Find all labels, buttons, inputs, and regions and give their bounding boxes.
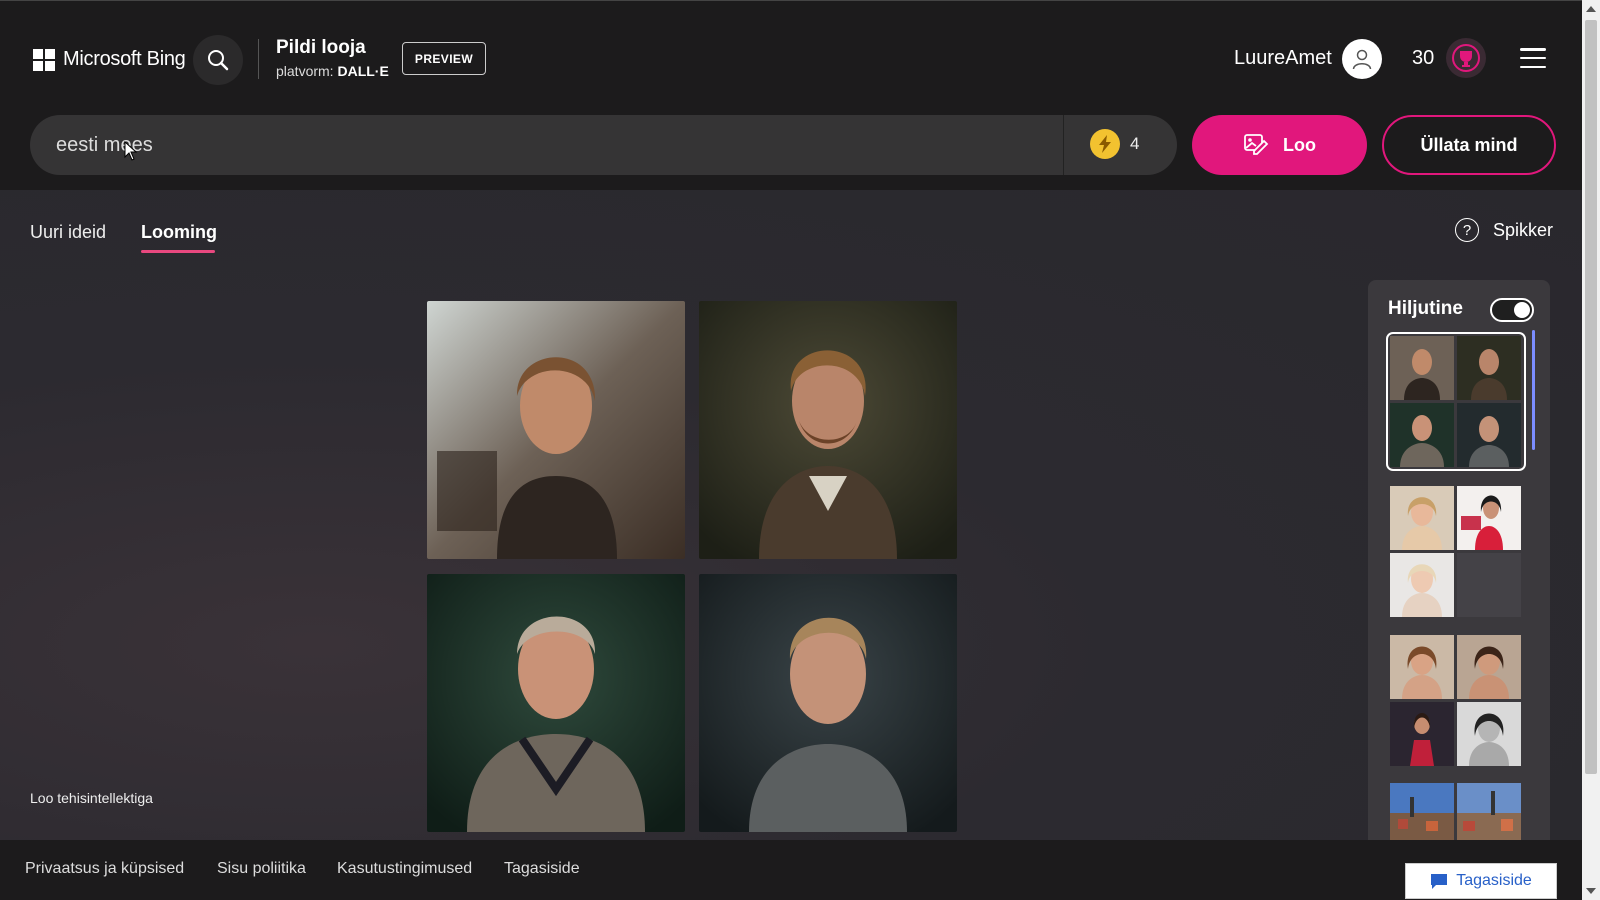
recent-group-3[interactable] xyxy=(1390,635,1522,766)
recent-thumb xyxy=(1390,635,1454,699)
platform-name: DALL·E xyxy=(337,63,389,79)
scroll-up-arrow-icon[interactable] xyxy=(1586,6,1596,12)
bing-logo[interactable]: Microsoft Bing xyxy=(33,48,186,71)
app-title: Pildi looja xyxy=(276,37,366,58)
recent-thumb xyxy=(1390,783,1454,840)
footer-link-terms[interactable]: Kasutustingimused xyxy=(337,860,472,878)
hamburger-menu-icon[interactable] xyxy=(1520,48,1546,68)
recent-group-1[interactable] xyxy=(1386,332,1526,471)
tab-explore-ideas[interactable]: Uuri ideid xyxy=(30,222,106,243)
recent-thumb xyxy=(1457,486,1521,550)
help-link[interactable]: ? Spikker xyxy=(1455,218,1553,242)
surprise-me-button[interactable]: Üllata mind xyxy=(1382,115,1556,175)
feedback-button-label: Tagasiside xyxy=(1456,872,1532,889)
help-label: Spikker xyxy=(1493,219,1554,240)
recent-thumb xyxy=(1390,403,1454,467)
page-scrollbar[interactable] xyxy=(1582,0,1600,900)
prompt-divider xyxy=(1063,115,1064,175)
portrait-image xyxy=(427,301,685,559)
feedback-chat-icon xyxy=(1431,873,1448,889)
active-tab-indicator xyxy=(141,250,215,253)
boost-count: 4 xyxy=(1130,134,1140,153)
portrait-image xyxy=(699,574,957,832)
tab-creations[interactable]: Looming xyxy=(141,222,217,243)
header: Microsoft Bing Pildi looja platvorm: DAL… xyxy=(0,0,1582,190)
recent-scroll-indicator[interactable] xyxy=(1532,330,1535,450)
prompt-input[interactable] xyxy=(56,115,1056,175)
username[interactable]: LuureAmet xyxy=(1234,47,1332,70)
scrollbar-thumb[interactable] xyxy=(1585,20,1597,774)
image-create-icon xyxy=(1244,134,1269,155)
prompt-bar: 4 xyxy=(30,115,1177,175)
footer-link-content-policy[interactable]: Sisu poliitika xyxy=(217,860,306,878)
generated-image-2[interactable] xyxy=(699,301,957,559)
recent-thumb xyxy=(1457,635,1521,699)
feedback-button[interactable]: Tagasiside xyxy=(1405,863,1557,899)
recent-title: Hiljutine xyxy=(1388,298,1463,319)
search-icon xyxy=(208,50,229,71)
help-icon: ? xyxy=(1455,218,1479,242)
footer: Privaatsus ja küpsised Sisu poliitika Ka… xyxy=(0,840,1582,900)
portrait-image xyxy=(427,574,685,832)
create-with-ai-note: Loo tehisintellektiga xyxy=(30,790,153,806)
main-content: Uuri ideid Looming ? Spikker Loo tehisin… xyxy=(0,190,1582,840)
generated-image-1[interactable] xyxy=(427,301,685,559)
generated-image-4[interactable] xyxy=(699,574,957,832)
create-button[interactable]: Loo xyxy=(1192,115,1367,175)
recent-thumb xyxy=(1390,553,1454,617)
recent-thumb xyxy=(1457,403,1521,467)
recent-toggle[interactable] xyxy=(1490,298,1534,322)
footer-link-feedback[interactable]: Tagasiside xyxy=(504,860,580,878)
generated-image-3[interactable] xyxy=(427,574,685,832)
recent-thumb xyxy=(1390,486,1454,550)
recent-thumb xyxy=(1457,783,1521,840)
lightning-boost-icon xyxy=(1090,129,1120,159)
boost-counter[interactable]: 4 xyxy=(1090,129,1139,159)
recent-group-4[interactable] xyxy=(1390,783,1522,840)
platform-label-text: platvorm: xyxy=(276,63,334,79)
header-divider xyxy=(258,39,259,79)
recent-thumb xyxy=(1457,702,1521,766)
rewards-trophy-icon[interactable] xyxy=(1446,38,1486,78)
windows-logo-icon xyxy=(33,48,55,71)
search-button[interactable] xyxy=(193,35,243,85)
user-avatar-icon[interactable] xyxy=(1342,39,1382,79)
recent-thumb xyxy=(1390,336,1454,400)
brand-name: Microsoft Bing xyxy=(63,48,186,70)
scroll-down-arrow-icon[interactable] xyxy=(1586,888,1596,894)
portrait-image xyxy=(699,301,957,559)
recent-thumb xyxy=(1457,336,1521,400)
footer-link-privacy[interactable]: Privaatsus ja küpsised xyxy=(25,860,184,878)
recent-group-2[interactable] xyxy=(1390,486,1522,617)
recent-panel: Hiljutine xyxy=(1368,280,1550,840)
create-button-label: Loo xyxy=(1283,134,1316,155)
recent-thumb-empty xyxy=(1457,553,1521,617)
rewards-points[interactable]: 30 xyxy=(1412,47,1434,70)
recent-thumb xyxy=(1390,702,1454,766)
platform-label: platvorm: DALL·E xyxy=(276,63,389,79)
preview-badge: PREVIEW xyxy=(402,42,486,75)
mouse-cursor-icon xyxy=(124,141,138,161)
